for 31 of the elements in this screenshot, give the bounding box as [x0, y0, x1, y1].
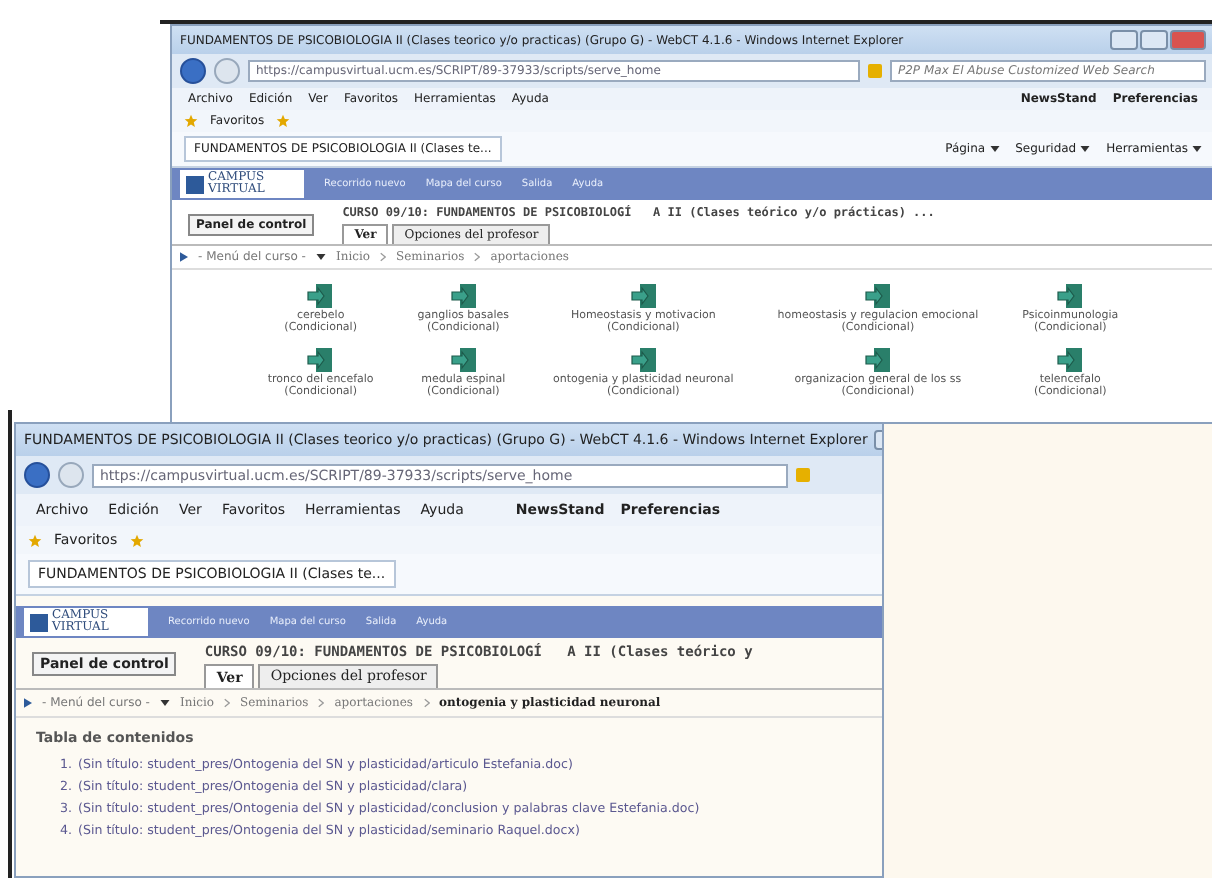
chevron-icon — [380, 252, 387, 262]
door-icon[interactable] — [306, 282, 335, 310]
door-icon[interactable] — [306, 346, 335, 374]
chevron-icon — [474, 252, 481, 262]
star-icon[interactable] — [28, 533, 42, 547]
door-icon[interactable] — [1056, 282, 1085, 310]
back-button[interactable] — [180, 58, 206, 84]
caret-icon[interactable] — [989, 146, 1000, 152]
lock-icon — [796, 468, 810, 482]
door-icon[interactable] — [629, 346, 658, 374]
door-icon[interactable] — [449, 282, 478, 310]
caret-icon[interactable] — [315, 254, 326, 260]
maximize-button[interactable] — [1140, 30, 1168, 50]
door-icon[interactable] — [1056, 346, 1085, 374]
star-icon[interactable] — [276, 114, 291, 128]
star-icon[interactable] — [184, 114, 198, 128]
chevron-icon — [224, 698, 231, 708]
door-icon[interactable] — [863, 346, 892, 374]
caret-icon[interactable] — [1080, 146, 1091, 152]
door-icon[interactable] — [863, 282, 892, 310]
star-icon[interactable] — [129, 533, 144, 547]
door-icon[interactable] — [629, 282, 658, 310]
chevron-icon — [318, 698, 325, 708]
door-icon[interactable] — [449, 346, 478, 374]
play-icon[interactable] — [24, 698, 32, 708]
chevron-icon — [423, 698, 429, 708]
caret-icon[interactable] — [1192, 146, 1202, 152]
caret-icon[interactable] — [159, 700, 170, 706]
play-icon[interactable] — [180, 252, 188, 262]
lock-icon — [868, 64, 882, 78]
back-button[interactable] — [24, 462, 50, 488]
